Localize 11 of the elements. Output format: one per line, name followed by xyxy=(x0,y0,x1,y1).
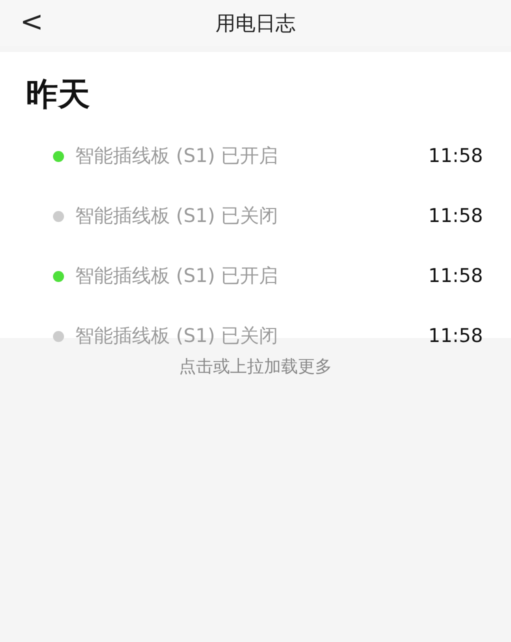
log-text: 智能插线板 (S1) 已关闭 xyxy=(75,204,280,229)
page-title: 用电日志 xyxy=(216,10,296,36)
log-text: 智能插线板 (S1) 已关闭 xyxy=(75,324,280,349)
log-text: 智能插线板 (S1) 已开启 xyxy=(75,264,280,289)
section-title: 昨天 xyxy=(25,74,91,114)
log-time: 11:58 xyxy=(428,145,483,167)
log-time: 11:58 xyxy=(428,205,483,227)
log-text: 智能插线板 (S1) 已开启 xyxy=(75,144,280,169)
back-button[interactable]: < xyxy=(14,4,50,40)
log-time: 11:58 xyxy=(428,265,483,287)
log-time: 11:58 xyxy=(428,325,483,347)
